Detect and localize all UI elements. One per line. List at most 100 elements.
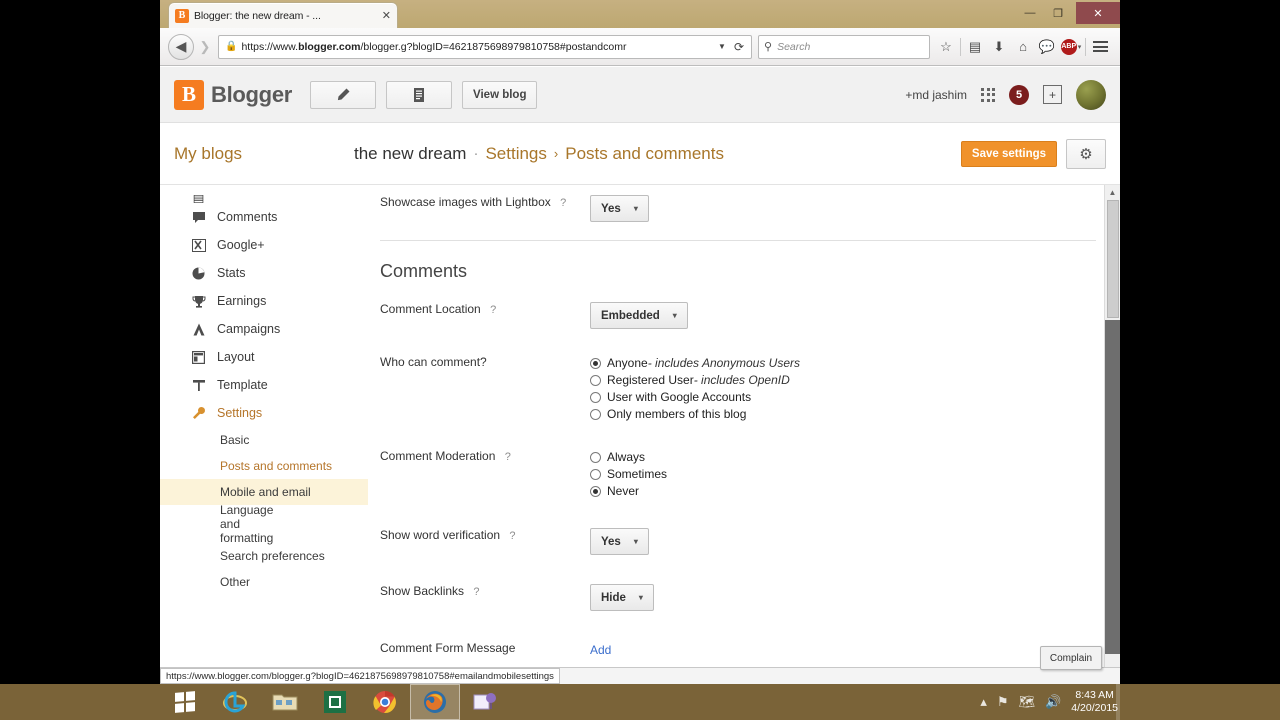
sidebar-item-google-plus[interactable]: Google+ (160, 231, 368, 259)
new-post-button[interactable] (310, 80, 377, 109)
back-button-icon[interactable]: ◀ (168, 33, 194, 60)
add-comment-form-message-link[interactable]: Add (590, 643, 611, 657)
sidebar-item-earnings[interactable]: Earnings (160, 287, 368, 315)
radio-label-sometimes: Sometimes (607, 467, 668, 481)
blogger-logo-icon[interactable]: B (174, 79, 204, 110)
reader-view-icon[interactable]: ▤ (963, 33, 987, 61)
downloads-icon[interactable]: ⬇ (987, 33, 1011, 61)
select-show-backlinks[interactable]: Hide ▾ (590, 584, 654, 611)
sidebar-subitem-basic[interactable]: Basic (160, 427, 368, 453)
scrollbar-track[interactable] (1105, 320, 1120, 654)
view-blog-label: View blog (473, 88, 527, 101)
toolbar-divider-2 (1085, 37, 1086, 56)
sidebar-sublabel-language-and-formatting: Language and formatting (220, 503, 274, 545)
bookmark-star-icon[interactable]: ☆ (934, 33, 958, 61)
radio-never[interactable]: Never (590, 484, 1096, 498)
sidebar-item-template[interactable]: Template (160, 371, 368, 399)
sidebar-item-campaigns[interactable]: Campaigns (160, 315, 368, 343)
radio-registered-user[interactable]: Registered User - includes OpenID (590, 373, 1096, 387)
help-icon-show-backlinks[interactable]: ? (473, 586, 479, 598)
status-hover-url: https://www.blogger.com/blogger.g?blogID… (160, 668, 560, 684)
maximize-button[interactable]: ❐ (1044, 0, 1072, 26)
show-desktop-button[interactable] (1116, 684, 1120, 720)
scroll-up-arrow-icon[interactable]: ▲ (1105, 185, 1120, 200)
sidebar-subitem-posts-and-comments[interactable]: Posts and comments (160, 453, 368, 479)
browser-navigation-bar: ◀ ❯ 🔒 https://www.blogger.com/blogger.g?… (160, 28, 1120, 66)
radio-only-members[interactable]: Only members of this blog (590, 407, 1096, 421)
chat-icon[interactable]: 💬 (1035, 33, 1059, 61)
menu-hamburger-icon[interactable] (1088, 33, 1112, 61)
share-plus-icon[interactable]: + (1043, 85, 1062, 104)
volume-icon[interactable]: 🔊 (1045, 694, 1061, 710)
taskbar-firefox[interactable] (410, 684, 460, 720)
blogger-logo-glyph: B (181, 82, 196, 106)
sidebar-sublabel-other: Other (220, 575, 251, 589)
breadcrumb-settings-link[interactable]: Settings (485, 144, 546, 164)
control-show-backlinks: Hide ▾ (590, 584, 1096, 611)
taskbar-chrome[interactable] (360, 684, 410, 720)
sidebar-item-layout[interactable]: Layout (160, 343, 368, 371)
start-button[interactable] (160, 684, 210, 720)
network-icon[interactable]: 🗺 (1019, 694, 1036, 710)
help-icon-comment-moderation[interactable]: ? (505, 451, 511, 463)
radio-anyone[interactable]: Anyone - includes Anonymous Users (590, 356, 1096, 370)
url-bar[interactable]: 🔒 https://www.blogger.com/blogger.g?blog… (218, 34, 752, 59)
user-name-link[interactable]: +md jashim (905, 88, 967, 102)
forward-button-icon[interactable]: ❯ (194, 34, 216, 60)
taskbar-excel[interactable] (310, 684, 360, 720)
radio-label-anyone: Anyone (607, 356, 648, 370)
gear-icon[interactable]: ⚙ (1066, 138, 1106, 169)
save-settings-button[interactable]: Save settings (961, 140, 1057, 167)
tray-expand-chevron-icon[interactable]: ▴ (980, 694, 987, 710)
row-comment-moderation: Comment Moderation ? Always Sometimes Ne… (380, 431, 1096, 508)
control-who-can-comment: Anyone - includes Anonymous Users Regist… (590, 355, 1096, 421)
adblock-plus-icon[interactable]: ABP ▾ (1059, 33, 1083, 61)
sidebar-subitem-search-preferences[interactable]: Search preferences (160, 543, 368, 569)
sidebar-subitem-mobile-and-email[interactable]: Mobile and email (160, 479, 368, 505)
home-icon[interactable]: ⌂ (1011, 33, 1035, 61)
radio-always[interactable]: Always (590, 450, 1096, 464)
sidebar-subitem-language-and-formatting[interactable]: Language and formatting (160, 503, 368, 545)
url-dropdown-icon[interactable]: ▼ (713, 42, 731, 51)
sidebar-item-partial[interactable]: ▤ (160, 193, 368, 203)
taskbar-clock[interactable]: 8:43 AM 4/20/2015 (1071, 689, 1118, 715)
select-word-verification[interactable]: Yes ▾ (590, 528, 649, 555)
sidebar-label-template: Template (217, 378, 268, 392)
help-icon-comment-location[interactable]: ? (490, 304, 496, 316)
reload-icon[interactable]: ⟳ (731, 40, 747, 54)
posts-list-button[interactable] (386, 80, 453, 109)
notification-badge[interactable]: 5 (1009, 84, 1029, 105)
sidebar-subitem-other[interactable]: Other (160, 569, 368, 595)
view-blog-button[interactable]: View blog (462, 80, 538, 109)
close-button[interactable]: ✕ (1076, 2, 1120, 24)
avatar[interactable] (1076, 79, 1106, 110)
sidebar-item-settings[interactable]: Settings (160, 399, 368, 427)
sidebar-item-stats[interactable]: Stats (160, 259, 368, 287)
taskbar-media-app[interactable] (460, 684, 510, 720)
select-comment-location[interactable]: Embedded ▾ (590, 302, 688, 329)
radio-google-accounts[interactable]: User with Google Accounts (590, 390, 1096, 404)
taskbar-file-explorer[interactable] (260, 684, 310, 720)
help-icon-lightbox[interactable]: ? (560, 197, 566, 209)
blogger-app-header: B Blogger View blog +md jashim 5 + (160, 67, 1120, 123)
action-center-flag-icon[interactable]: ⚑ (997, 694, 1009, 710)
page-scrollbar[interactable]: ▲ ▼ (1104, 185, 1120, 684)
complain-button[interactable]: Complain (1040, 646, 1102, 670)
select-showcase-lightbox[interactable]: Yes ▾ (590, 195, 649, 222)
scrollbar-thumb[interactable] (1107, 200, 1119, 318)
tab-close-icon[interactable]: ✕ (382, 9, 391, 22)
browser-tab[interactable]: B Blogger: the new dream - ... ✕ (168, 2, 398, 28)
taskbar-internet-explorer[interactable] (210, 684, 260, 720)
sidebar-item-comments[interactable]: Comments (160, 203, 368, 231)
row-show-backlinks: Show Backlinks ? Hide ▾ (380, 565, 1096, 621)
select-value-show-backlinks: Hide (601, 591, 626, 604)
my-blogs-link[interactable]: My blogs (174, 144, 354, 164)
radio-label-only-members: Only members of this blog (607, 407, 747, 421)
sidebar-label-comments: Comments (217, 210, 278, 224)
apps-grid-icon[interactable] (981, 87, 995, 102)
search-bar[interactable]: ⚲ Search (758, 34, 930, 59)
help-icon-word-verification[interactable]: ? (509, 530, 515, 542)
minimize-button[interactable]: — (1016, 0, 1044, 26)
label-comment-moderation-text: Comment Moderation (380, 449, 496, 463)
radio-sometimes[interactable]: Sometimes (590, 467, 1096, 481)
